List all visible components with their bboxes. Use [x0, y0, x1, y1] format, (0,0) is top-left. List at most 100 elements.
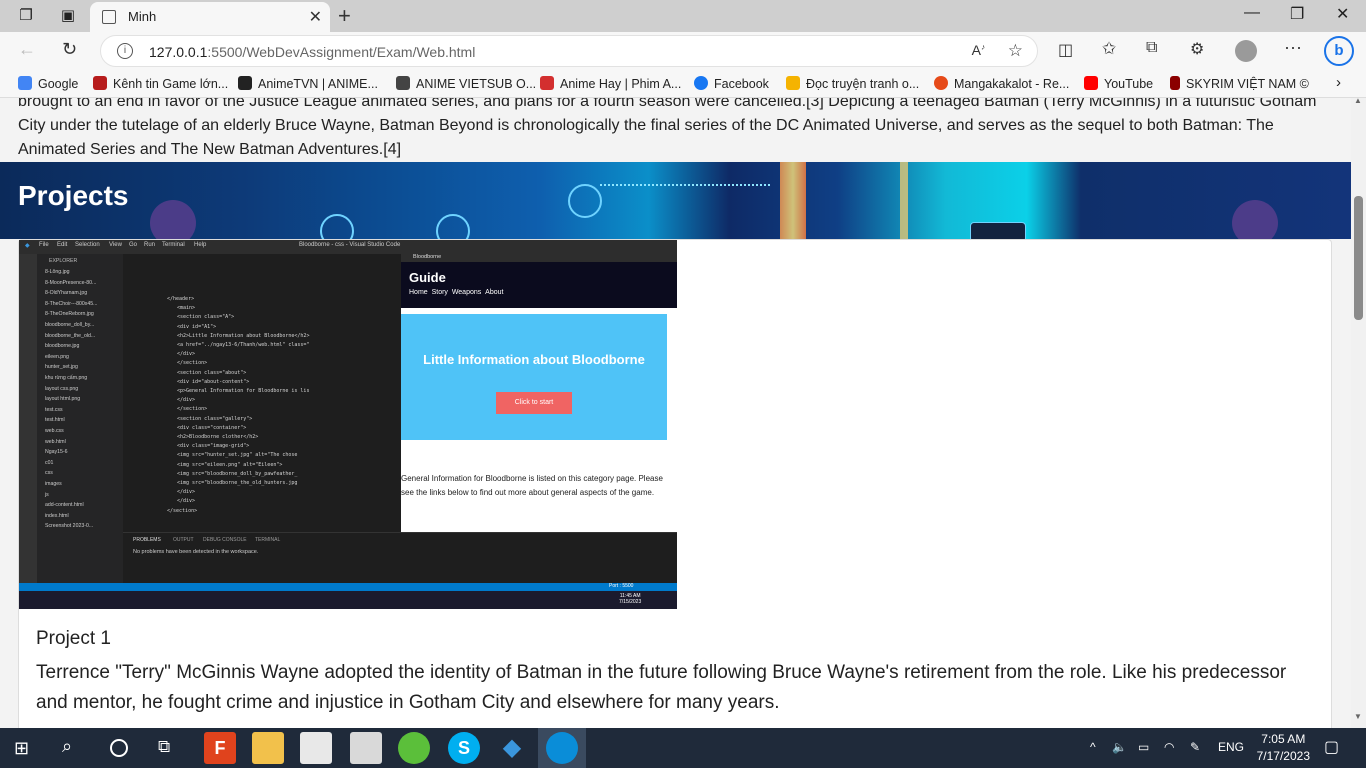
- url-path: :5500/WebDevAssignment/Exam/Web.html: [207, 44, 476, 60]
- tab-actions-icon[interactable]: ▣: [58, 6, 78, 26]
- restore-button[interactable]: ❐: [1290, 4, 1304, 24]
- bookmark-doc-truyen[interactable]: Đọc truyện tranh o...: [786, 76, 919, 91]
- page-scrollbar[interactable]: ▲ ▼: [1351, 96, 1366, 728]
- cortana-icon[interactable]: [110, 739, 128, 757]
- explorer-file: js: [45, 491, 49, 498]
- bookmark-google[interactable]: Google: [18, 76, 78, 91]
- bookmark-anime-hay[interactable]: Anime Hay | Phim A...: [540, 76, 681, 91]
- wifi-icon[interactable]: ◠: [1164, 740, 1174, 754]
- system-clock[interactable]: 7:05 AM 7/17/2023: [1257, 731, 1310, 765]
- explorer-file: bloodborne.jpg: [45, 343, 80, 350]
- read-aloud-icon[interactable]: A♪: [972, 42, 985, 58]
- app-tiles-icon[interactable]: [300, 732, 332, 764]
- skype-icon[interactable]: S: [448, 732, 480, 764]
- edge-icon[interactable]: [546, 732, 578, 764]
- anime-vietsub-icon: [396, 76, 410, 90]
- minimize-button[interactable]: —: [1244, 4, 1260, 22]
- explorer-file: 8-Lông.jpg: [45, 269, 70, 275]
- code-line: </div>: [177, 489, 196, 496]
- bookmark-skyrim[interactable]: SKYRIM VIỆT NAM ©: [1170, 76, 1309, 91]
- explorer-file: c01: [45, 459, 54, 466]
- refresh-icon[interactable]: ↻: [62, 39, 77, 60]
- bookmark-kenh-tin-game[interactable]: Kênh tin Game lớn...: [93, 76, 228, 91]
- bookmark-label: Anime Hay | Phim A...: [560, 77, 682, 91]
- bing-chat-icon[interactable]: b: [1324, 36, 1354, 66]
- vscode-icon[interactable]: ◆: [496, 732, 528, 764]
- code-line: <img src="bloodborne_doll_by_pawfeather_: [177, 470, 298, 477]
- explorer-file: eileen.png: [45, 353, 69, 360]
- show-hidden-icons[interactable]: ^: [1090, 740, 1096, 754]
- explorer-label: EXPLORER: [49, 258, 78, 264]
- youtube-icon: [1084, 76, 1098, 90]
- app-photo-icon[interactable]: [350, 732, 382, 764]
- bookmark-youtube[interactable]: YouTube: [1084, 76, 1153, 91]
- screenshot-date: 7/15/2023: [619, 599, 642, 605]
- status-port: Port : 5500: [609, 583, 634, 589]
- close-tab-icon[interactable]: ✕: [309, 7, 322, 27]
- more-menu-icon[interactable]: ···: [1284, 37, 1302, 58]
- vscode-menu-item: Terminal: [162, 242, 185, 248]
- collections-icon[interactable]: ⧉: [1146, 39, 1157, 57]
- notifications-icon[interactable]: ▢: [1324, 737, 1339, 757]
- language-indicator[interactable]: ENG: [1218, 740, 1244, 754]
- extensions-icon[interactable]: ⚙: [1190, 39, 1204, 59]
- page-favicon-icon: [102, 10, 116, 24]
- file-explorer-icon[interactable]: [252, 732, 284, 764]
- scrollbar-thumb[interactable]: [1354, 196, 1363, 320]
- manga-icon: [786, 76, 800, 90]
- vscode-panel: PROBLEMS OUTPUT DEBUG CONSOLE TERMINAL N…: [123, 532, 677, 583]
- anime-hay-icon: [540, 76, 554, 90]
- preview-nav: Home Story Weapons About: [409, 289, 503, 296]
- bookmark-mangakakalot[interactable]: Mangakakalot - Re...: [934, 76, 1069, 91]
- bookmark-label: ANIME VIETSUB O...: [416, 77, 537, 91]
- explorer-file: images: [45, 481, 62, 487]
- preview-nav-item: About: [485, 289, 504, 296]
- green-app-icon[interactable]: [398, 732, 430, 764]
- new-tab-button[interactable]: +: [338, 3, 351, 29]
- workspaces-icon[interactable]: ❐: [16, 6, 36, 26]
- more-bookmarks-chevron-icon[interactable]: ›: [1336, 74, 1341, 91]
- pen-icon[interactable]: ✎: [1190, 740, 1200, 754]
- bookmark-animetvn[interactable]: AnimeTVN | ANIME...: [238, 76, 378, 91]
- site-info-icon[interactable]: i: [117, 43, 133, 59]
- preview-body: General Information for Bloodborne is li…: [401, 474, 663, 497]
- profile-avatar[interactable]: [1235, 40, 1257, 62]
- explorer-file: layout html.png: [45, 396, 81, 403]
- intro-line: brought to an end in favor of the Justic…: [18, 98, 1317, 110]
- battery-icon[interactable]: ▭: [1138, 740, 1149, 754]
- favorites-icon[interactable]: ✩: [1102, 39, 1116, 59]
- search-icon[interactable]: ⌕: [62, 736, 72, 757]
- address-bar[interactable]: i 127.0.0.1:5500/WebDevAssignment/Exam/W…: [100, 35, 1038, 67]
- scroll-down-icon[interactable]: ▼: [1354, 712, 1362, 721]
- explorer-file: test.css: [45, 406, 63, 413]
- task-view-icon[interactable]: ⧉: [158, 737, 170, 757]
- bookmark-label: Google: [38, 77, 79, 91]
- mangakakalot-icon: [934, 76, 948, 90]
- split-screen-icon[interactable]: ◫: [1058, 40, 1073, 60]
- project-description: Terrence "Terry" McGinnis Wayne adopted …: [36, 662, 1287, 713]
- tab-bar: ❐ ▣ Minh ✕ + — ❐ ✕: [0, 0, 1366, 32]
- close-window-button[interactable]: ✕: [1336, 4, 1349, 24]
- skyrim-icon: [1170, 76, 1180, 90]
- explorer-file: index.html: [45, 512, 69, 519]
- project-screenshot: ◆ File Edit Selection View Go Run Termin…: [19, 240, 677, 609]
- windows-start-icon[interactable]: ⊞: [14, 738, 29, 759]
- panel-tab: OUTPUT: [173, 537, 194, 543]
- url-text[interactable]: 127.0.0.1:5500/WebDevAssignment/Exam/Web…: [149, 44, 475, 60]
- explorer-file: layout css.png: [45, 385, 79, 392]
- vscode-activity-bar: [19, 254, 37, 583]
- favorite-star-icon[interactable]: ☆: [1008, 41, 1023, 61]
- screenshot-taskbar: 11:45 AM 7/15/2023: [19, 591, 677, 609]
- code-line: <div id="about-content">: [177, 378, 250, 385]
- volume-icon[interactable]: 🔈: [1112, 740, 1127, 754]
- app-f-icon[interactable]: F: [204, 732, 236, 764]
- preview-hero: Little Information about Bloodborne Clic…: [401, 314, 667, 440]
- browser-tab[interactable]: Minh ✕: [90, 2, 330, 32]
- vscode-statusbar: Port : 5500: [19, 583, 677, 591]
- scroll-up-icon[interactable]: ▲: [1354, 96, 1362, 105]
- back-icon[interactable]: ←: [18, 39, 36, 60]
- clock-time: 7:05 AM: [1261, 732, 1306, 746]
- bookmark-facebook[interactable]: Facebook: [694, 76, 769, 91]
- code-line: <div class="image-grid">: [177, 443, 250, 450]
- bookmark-anime-vietsub[interactable]: ANIME VIETSUB O...: [396, 76, 536, 91]
